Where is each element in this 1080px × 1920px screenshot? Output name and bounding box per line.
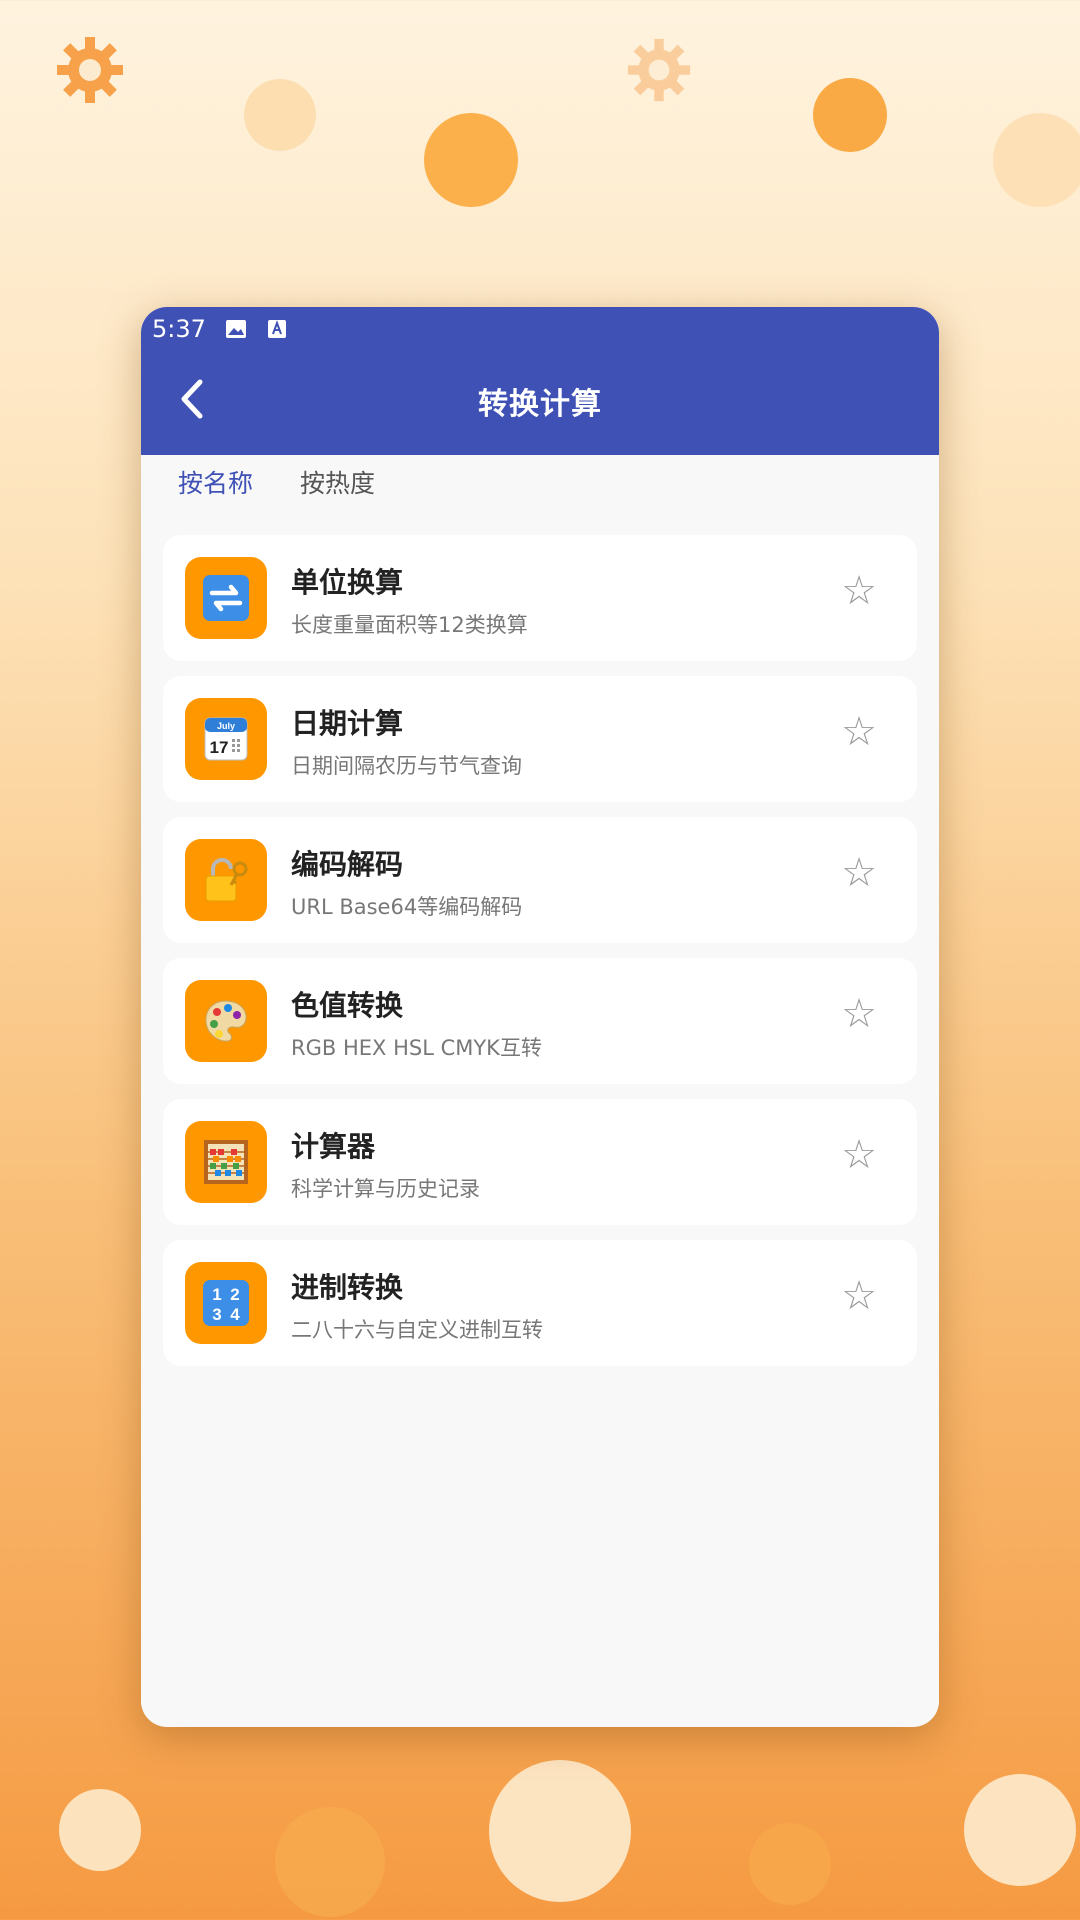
favorite-star-icon[interactable]: ☆ xyxy=(841,853,877,893)
item-title: 单位换算 xyxy=(291,566,404,599)
lock-key-icon xyxy=(185,839,267,921)
tab-by-popularity[interactable]: 按热度 xyxy=(300,464,375,500)
list-item-base-conversion[interactable]: 1 2 3 4 进制转换 二八十六与自定义进制互转 ☆ xyxy=(163,1240,917,1366)
page-title: 转换计算 xyxy=(478,387,602,422)
status-time: 5:37 xyxy=(152,315,206,343)
bokeh-circle xyxy=(749,1823,831,1905)
list-item-date-calc[interactable]: July 17 日期计算 日期间隔农历与节气查询 ☆ xyxy=(163,676,917,802)
app-bar: 5:37 转换计算 xyxy=(141,307,939,455)
digit-4: 4 xyxy=(230,1305,240,1324)
bokeh-circle xyxy=(275,1807,385,1917)
list-item-color-conversion[interactable]: 色值转换 RGB HEX HSL CMYK互转 ☆ xyxy=(163,958,917,1084)
text-notification-icon xyxy=(267,319,287,343)
list-item-encode-decode[interactable]: 编码解码 URL Base64等编码解码 ☆ xyxy=(163,817,917,943)
item-subtitle: RGB HEX HSL CMYK互转 xyxy=(291,1036,542,1060)
calendar-month-label: July xyxy=(217,721,235,731)
item-subtitle: 二八十六与自定义进制互转 xyxy=(291,1318,543,1342)
bokeh-circle xyxy=(964,1774,1076,1886)
bokeh-circle xyxy=(424,113,518,207)
favorite-star-icon[interactable]: ☆ xyxy=(841,1276,877,1316)
bokeh-circle xyxy=(59,1789,141,1871)
favorite-star-icon[interactable]: ☆ xyxy=(841,994,877,1034)
item-subtitle: 科学计算与历史记录 xyxy=(291,1177,480,1201)
bokeh-circle xyxy=(489,1760,631,1902)
image-notification-icon xyxy=(225,319,247,343)
numbers-icon: 1 2 3 4 xyxy=(185,1262,267,1344)
abacus-icon xyxy=(185,1121,267,1203)
digit-3: 3 xyxy=(212,1305,221,1324)
item-title: 进制转换 xyxy=(291,1271,404,1304)
list-item-unit-conversion[interactable]: 单位换算 长度重量面积等12类换算 ☆ xyxy=(163,535,917,661)
bokeh-circle xyxy=(244,79,316,151)
item-subtitle: URL Base64等编码解码 xyxy=(291,895,523,919)
digit-2: 2 xyxy=(230,1285,239,1304)
favorite-star-icon[interactable]: ☆ xyxy=(841,571,877,611)
gear-decoration-icon xyxy=(55,35,125,109)
item-title: 编码解码 xyxy=(291,848,404,881)
tab-by-name[interactable]: 按名称 xyxy=(178,464,253,500)
item-title: 日期计算 xyxy=(291,707,404,740)
gear-decoration-icon xyxy=(626,37,692,107)
calendar-icon: July 17 xyxy=(185,698,267,780)
item-title: 计算器 xyxy=(291,1130,376,1163)
favorite-star-icon[interactable]: ☆ xyxy=(841,1135,877,1175)
item-subtitle: 日期间隔农历与节气查询 xyxy=(291,754,522,778)
digit-1: 1 xyxy=(212,1285,221,1304)
calendar-day-label: 17 xyxy=(210,738,229,757)
list-item-calculator[interactable]: 计算器 科学计算与历史记录 ☆ xyxy=(163,1099,917,1225)
item-title: 色值转换 xyxy=(291,989,404,1022)
bokeh-circle xyxy=(993,113,1080,207)
item-subtitle: 长度重量面积等12类换算 xyxy=(291,613,528,637)
bokeh-circle xyxy=(813,78,887,152)
palette-icon xyxy=(185,980,267,1062)
refresh-arrows-icon xyxy=(185,557,267,639)
favorite-star-icon[interactable]: ☆ xyxy=(841,712,877,752)
app-screen: 5:37 转换计算 按名称 按热度 单位换算 长度重量面积等12类换算 ☆ Ju… xyxy=(141,307,939,1727)
